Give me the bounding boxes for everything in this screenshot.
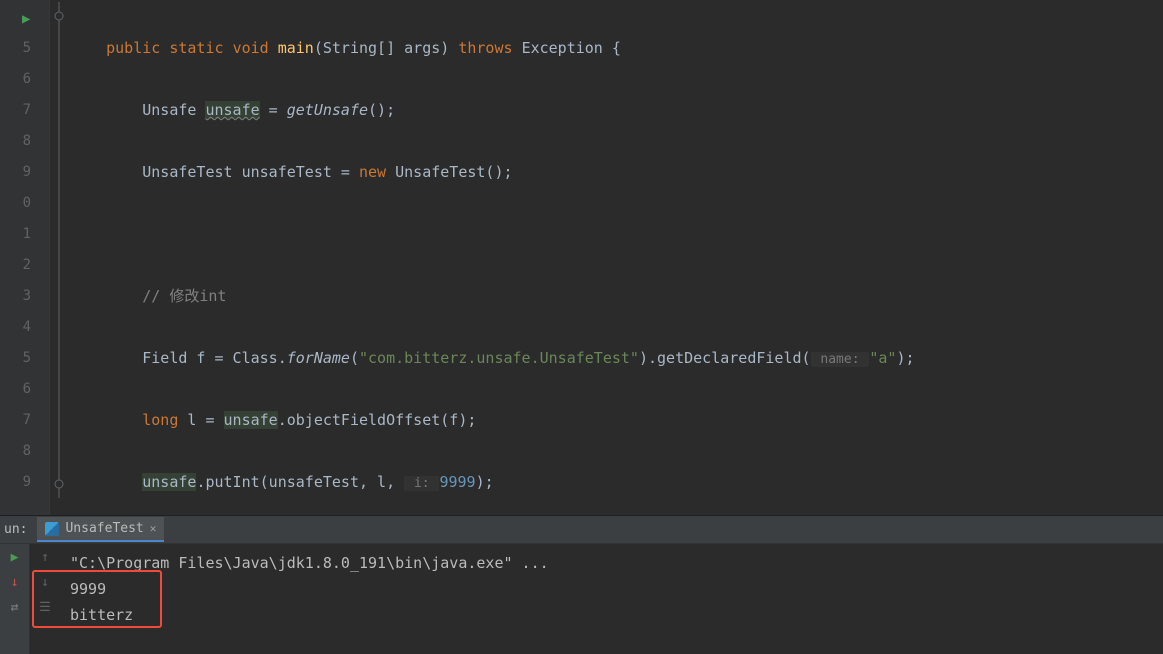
code-line: UnsafeTest unsafeTest = new UnsafeTest()… — [70, 157, 1163, 188]
code-line — [70, 219, 1163, 250]
line-number: 8 — [0, 126, 31, 157]
line-number: 2 — [0, 250, 31, 281]
console-line: 9999 — [70, 576, 1153, 602]
line-number: 6 — [0, 374, 31, 405]
app-icon — [45, 522, 59, 536]
editor-area: ▶ 5 6 7 8 9 0 1 2 3 4 5 6 7 8 9 public s… — [0, 0, 1163, 515]
line-number: 9 — [0, 157, 31, 188]
run-label: un: — [4, 522, 27, 537]
code-line: long l = unsafe.objectFieldOffset(f); — [70, 405, 1163, 436]
line-number: 8 — [0, 436, 31, 467]
console-output[interactable]: "C:\Program Files\Java\jdk1.8.0_191\bin\… — [60, 544, 1163, 654]
console-body: ▶ ↓ ⇄ ↑ ↓ ☰ "C:\Program Files\Java\jdk1.… — [0, 544, 1163, 654]
line-number: 4 — [0, 312, 31, 343]
code-editor[interactable]: public static void main(String[] args) t… — [50, 0, 1163, 515]
line-number: 3 — [0, 281, 31, 312]
close-icon[interactable]: ✕ — [150, 522, 157, 535]
line-number: 7 — [0, 95, 31, 126]
rerun-icon[interactable]: ▶ — [11, 550, 19, 565]
code-line: Field f = Class.forName("com.bitterz.uns… — [70, 343, 1163, 374]
console-line: "C:\Program Files\Java\jdk1.8.0_191\bin\… — [70, 550, 1153, 576]
console-line: bitterz — [70, 602, 1153, 628]
line-number: 5 — [0, 33, 31, 64]
run-tool-window: un: UnsafeTest ✕ ▶ ↓ ⇄ ↑ ↓ ☰ "C:\Program… — [0, 515, 1163, 654]
line-number: 5 — [0, 343, 31, 374]
console-toolbar-right: ↑ ↓ ☰ — [30, 544, 60, 654]
line-number: 7 — [0, 405, 31, 436]
code-line: public static void main(String[] args) t… — [70, 33, 1163, 64]
line-gutter: ▶ 5 6 7 8 9 0 1 2 3 4 5 6 7 8 9 — [0, 0, 50, 515]
run-tab-bar: un: UnsafeTest ✕ — [0, 516, 1163, 544]
layout-icon[interactable]: ⇄ — [11, 600, 19, 615]
wrap-icon[interactable]: ☰ — [39, 600, 51, 615]
method-separator — [52, 2, 66, 498]
console-toolbar-left: ▶ ↓ ⇄ — [0, 544, 30, 654]
down-icon[interactable]: ↓ — [41, 575, 49, 590]
run-gutter-icon[interactable]: ▶ — [22, 4, 30, 35]
line-number: 1 — [0, 219, 31, 250]
line-number: 6 — [0, 64, 31, 95]
code-line: unsafe.putInt(unsafeTest, l, i: 9999); — [70, 467, 1163, 498]
line-number: 9 — [0, 467, 31, 498]
stop-icon[interactable]: ↓ — [11, 575, 19, 590]
line-number: 0 — [0, 188, 31, 219]
up-icon[interactable]: ↑ — [41, 550, 49, 565]
code-line: // 修改int — [70, 281, 1163, 312]
run-tab-label: UnsafeTest — [65, 521, 143, 536]
code-line: Unsafe unsafe = getUnsafe(); — [70, 95, 1163, 126]
run-tab[interactable]: UnsafeTest ✕ — [37, 517, 164, 542]
